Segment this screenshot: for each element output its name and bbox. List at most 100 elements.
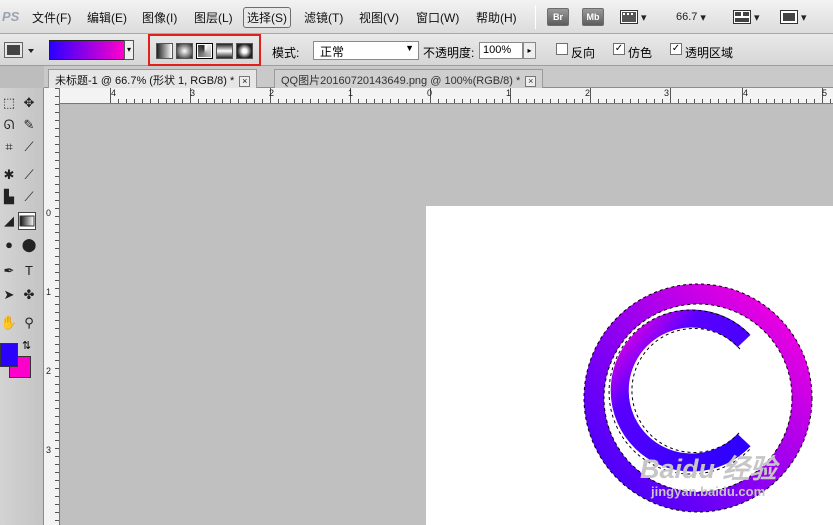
transparency-label: 透明区域 (685, 46, 734, 60)
document-tabs: 未标题-1 @ 66.7% (形状 1, RGB/8) * × QQ图片20160… (44, 66, 833, 88)
menu-file[interactable]: 文件(F) (32, 9, 71, 26)
tools-panel: ⬚ ✥ ᘏ ✎ ⌗ ⟋ ✱ ⟋ ▙ ⟋ ◢ ● ⬤ ✒ T ➤ ✤ ✋ ⚲ ⇅ (0, 88, 44, 525)
close-icon[interactable]: × (239, 75, 251, 87)
screen-mode-icon (780, 10, 798, 24)
ruler-label: 0 (427, 88, 433, 98)
chevron-down-icon: ▾ (641, 11, 647, 24)
mini-bridge-button[interactable]: Mb (582, 8, 604, 26)
menu-select[interactable]: 选择(S) (243, 7, 291, 28)
dodge-tool-icon[interactable]: ⬤ (20, 236, 38, 254)
zoom-value: 66.7 (676, 11, 698, 23)
dither-label: 仿色 (628, 46, 653, 60)
arrange-grid-icon (733, 10, 751, 24)
c-letter (610, 309, 751, 472)
ruler-ticks (55, 88, 59, 521)
gradient-glyph-icon (19, 215, 35, 227)
angle-gradient-icon[interactable] (196, 43, 213, 59)
pen-tool-icon[interactable]: ✒ (0, 262, 18, 280)
menu-view[interactable]: 视图(V) (359, 9, 399, 26)
watermark: Baidu 经验 (640, 454, 777, 484)
view-extras-button[interactable]: ▾ (620, 8, 647, 26)
eyedropper-tool-icon[interactable]: ⟋ (20, 138, 38, 156)
zoom-level-dropdown[interactable]: 66.7 ▾ (676, 8, 706, 26)
film-icon (620, 10, 638, 24)
linear-gradient-icon[interactable] (156, 43, 173, 59)
c-marquee-inner (631, 328, 741, 453)
screen-mode-button[interactable]: ▾ (780, 8, 807, 26)
brush-tool-icon[interactable]: ⟋ (20, 166, 38, 184)
ruler-label: 4 (743, 88, 749, 98)
vertical-ruler[interactable]: 0 1 2 3 (44, 88, 60, 525)
ruler-label: 2 (269, 88, 275, 98)
menu-window[interactable]: 窗口(W) (416, 9, 459, 26)
ruler-label: 3 (190, 88, 196, 98)
menu-filter[interactable]: 滤镜(T) (304, 9, 343, 26)
healing-brush-tool-icon[interactable]: ✱ (0, 166, 18, 184)
menu-image[interactable]: 图像(I) (142, 9, 177, 26)
ruler-label: 1 (46, 287, 52, 297)
menu-edit[interactable]: 编辑(E) (87, 9, 127, 26)
move-tool-icon[interactable]: ✥ (20, 94, 38, 112)
app-logo: PS (2, 9, 20, 24)
tab-qq-image[interactable]: QQ图片20160720143649.png @ 100%(RGB/8) * × (274, 69, 544, 88)
gradient-tool-preset-icon[interactable] (4, 42, 36, 58)
close-icon[interactable]: × (525, 75, 537, 87)
ruler-label: 0 (46, 208, 52, 218)
crop-tool-icon[interactable]: ⌗ (0, 138, 18, 156)
opacity-slider-toggle[interactable]: ▸ (523, 42, 536, 59)
menu-help[interactable]: 帮助(H) (476, 9, 517, 26)
reverse-label: 反向 (571, 46, 596, 60)
chevron-down-icon: ▾ (754, 11, 760, 24)
ruler-label: 2 (585, 88, 591, 98)
menu-bar: PS 文件(F) 编辑(E) 图像(I) 图层(L) 选择(S) 滤镜(T) 视… (0, 0, 833, 34)
opacity-input[interactable]: 100% (479, 42, 523, 59)
gradient-picker-dropdown[interactable]: ▾ (124, 40, 134, 60)
lasso-tool-icon[interactable]: ᘏ (0, 116, 18, 134)
blur-tool-icon[interactable]: ● (0, 236, 18, 254)
dither-checkbox[interactable]: ✓ (613, 43, 625, 55)
custom-shape-tool-icon[interactable]: ✤ (20, 286, 38, 304)
diamond-gradient-icon[interactable] (236, 43, 253, 59)
chevron-down-icon: ▾ (700, 11, 706, 24)
ruler-label: 3 (46, 445, 52, 455)
type-tool-icon[interactable]: T (20, 262, 38, 280)
hand-tool-icon[interactable]: ✋ (0, 314, 18, 332)
zoom-tool-icon[interactable]: ⚲ (20, 314, 38, 332)
clone-stamp-tool-icon[interactable]: ▙ (0, 188, 18, 206)
quick-selection-tool-icon[interactable]: ✎ (20, 116, 38, 134)
gradient-editor-swatch[interactable] (49, 40, 125, 60)
menu-separator (535, 5, 536, 29)
tab-untitled-1[interactable]: 未标题-1 @ 66.7% (形状 1, RGB/8) * × (48, 69, 258, 88)
eraser-tool-icon[interactable]: ◢ (0, 212, 18, 230)
watermark-url: jingyan.baidu.com (651, 484, 766, 499)
ruler-label: 1 (348, 88, 354, 98)
chevron-down-icon: ▾ (801, 11, 807, 24)
ruler-label: 3 (664, 88, 670, 98)
ruler-label: 4 (111, 88, 117, 98)
history-brush-tool-icon[interactable]: ⟋ (20, 188, 38, 206)
gradient-type-group (148, 34, 261, 66)
reflected-gradient-icon[interactable] (216, 43, 233, 59)
arrange-documents-button[interactable]: ▾ (733, 8, 760, 26)
menu-layer[interactable]: 图层(L) (194, 9, 233, 26)
gradient-tool-icon[interactable] (18, 212, 36, 230)
transparency-checkbox[interactable]: ✓ (670, 43, 682, 55)
marquee-tool-icon[interactable]: ⬚ (0, 94, 18, 112)
reverse-checkbox[interactable] (556, 43, 568, 55)
ruler-label: 5 (822, 88, 828, 98)
radial-gradient-icon[interactable] (176, 43, 193, 59)
opacity-label: 不透明度: (423, 46, 475, 60)
ruler-label: 1 (506, 88, 512, 98)
bridge-button[interactable]: Br (547, 8, 569, 26)
tool-options-bar: ▾ 模式: 正常 ▼ 不透明度: 100% ▸ 反向 ✓ 仿色 ✓ 透明区域 (0, 34, 833, 66)
horizontal-ruler[interactable]: 4 3 2 1 0 1 2 3 4 5 (60, 88, 833, 104)
foreground-color-swatch[interactable] (0, 343, 18, 367)
ruler-label: 2 (46, 366, 52, 376)
path-selection-tool-icon[interactable]: ➤ (0, 286, 18, 304)
mode-label: 模式: (272, 46, 300, 60)
swap-colors-icon[interactable]: ⇅ (22, 339, 31, 352)
tab-label: 未标题-1 @ 66.7% (形状 1, RGB/8) * (55, 75, 235, 87)
mode-value: 正常 (320, 45, 345, 59)
mode-select[interactable]: 正常 ▼ (313, 41, 419, 60)
tab-label: QQ图片20160720143649.png @ 100%(RGB/8) * (281, 75, 521, 87)
